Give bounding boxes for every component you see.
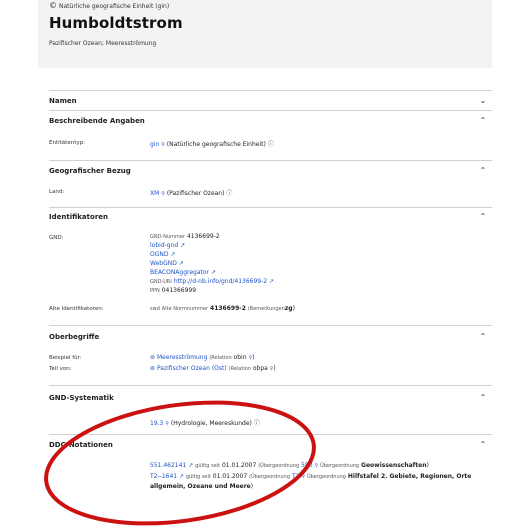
annotation-circle [44,400,316,526]
